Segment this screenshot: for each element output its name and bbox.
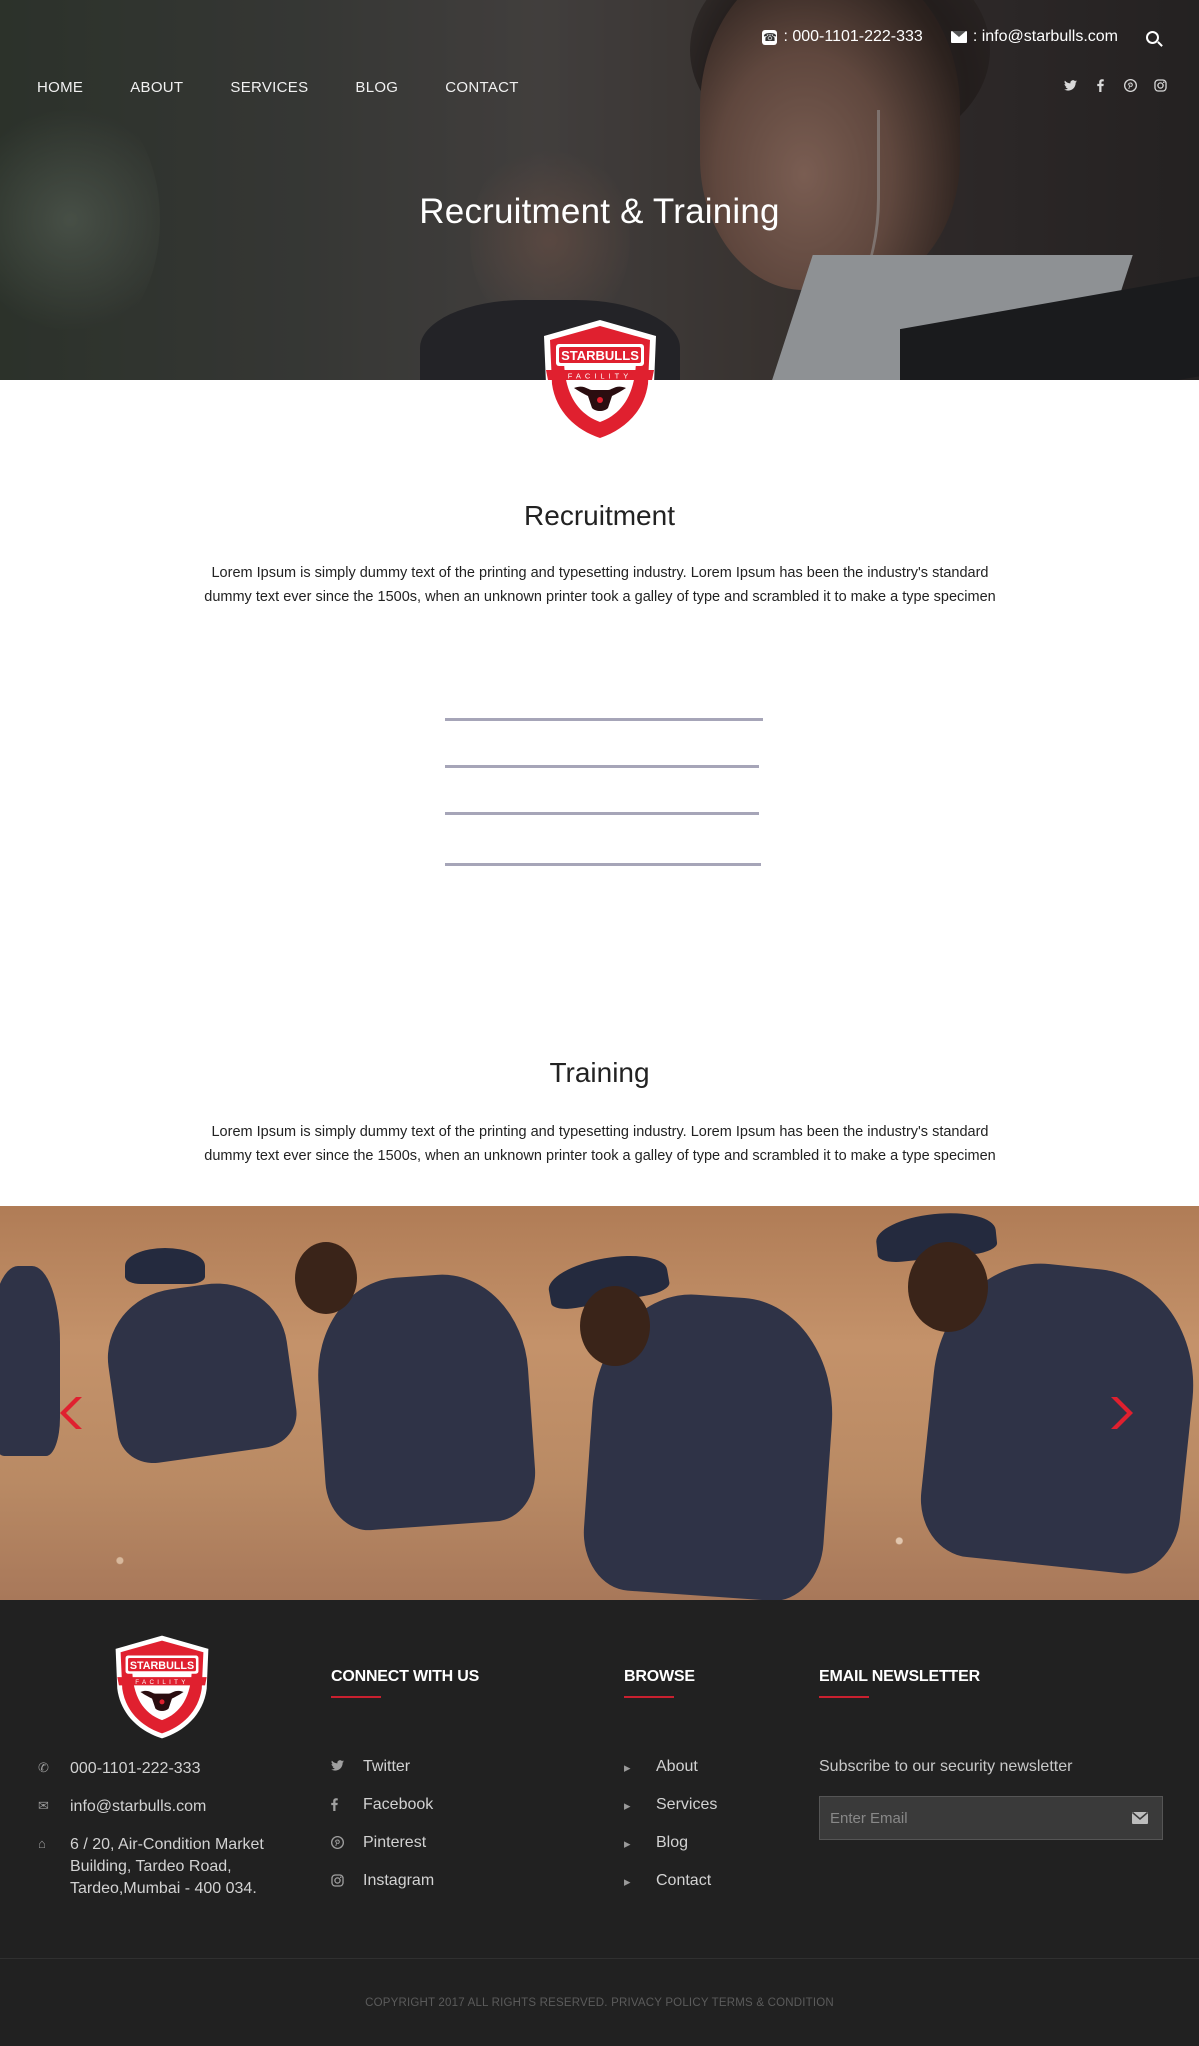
trainee-cap [125, 1248, 205, 1284]
footer-link-instagram-label: Instagram [363, 1872, 435, 1889]
footer-link-contact-label: Contact [656, 1872, 712, 1889]
footer-link-blog[interactable]: ▸ Blog [624, 1834, 717, 1872]
training-title: Training [549, 1057, 650, 1088]
top-email-text: : info@starbulls.com [972, 28, 1118, 45]
footer-connect-list: Twitter Facebook Pinterest Instagram [331, 1758, 434, 1910]
footer-link-pinterest-label: Pinterest [363, 1834, 427, 1851]
divider-line [445, 812, 759, 815]
newsletter-title: EMAIL NEWSLETTER [819, 1668, 980, 1698]
phone-icon: ✆ [38, 1760, 49, 1775]
nav-about[interactable]: ABOUT [130, 79, 183, 96]
footer-address: ⌂ 6 / 20, Air-Condition Market Building,… [38, 1834, 264, 1904]
nav-blog[interactable]: BLOG [355, 79, 398, 96]
browse-title: BROWSE [624, 1668, 695, 1698]
footer-link-about-label: About [656, 1758, 698, 1775]
starbulls-logo[interactable]: STARBULLS FACILITY [540, 318, 660, 446]
caret-right-icon: ▸ [624, 1798, 631, 1813]
footer-link-about[interactable]: ▸ About [624, 1758, 717, 1796]
footer-contact-list: ✆ 000-1101-222-333 ✉ info@starbulls.com … [38, 1758, 264, 1904]
nav-home[interactable]: HOME [37, 79, 83, 96]
footer-address-line2: Building, Tardeo Road, [70, 1858, 232, 1875]
newsletter-email-input[interactable] [820, 1797, 1118, 1839]
top-contact-bar: ☎ : 000-1101-222-333 : info@starbulls.co… [762, 28, 1159, 46]
footer-email[interactable]: ✉ info@starbulls.com [38, 1796, 264, 1834]
training-text-line2: dummy text ever since the 1500s, when an… [204, 1148, 996, 1164]
footer-link-facebook[interactable]: Facebook [331, 1796, 434, 1834]
footer-email-text: info@starbulls.com [70, 1798, 207, 1815]
envelope-icon [950, 31, 967, 43]
facebook-icon [331, 1796, 363, 1811]
footer-address-text: 6 / 20, Air-Condition Market Building, T… [70, 1834, 264, 1900]
trainee-head [580, 1286, 650, 1366]
footer-link-instagram[interactable]: Instagram [331, 1872, 434, 1910]
recruitment-text: Lorem Ipsum is simply dummy text of the … [170, 561, 1030, 609]
footer-phone-text: 000-1101-222-333 [70, 1760, 201, 1777]
caret-right-icon: ▸ [624, 1874, 631, 1889]
training-text-line1: Lorem Ipsum is simply dummy text of the … [211, 1124, 989, 1140]
copyright-text: COPYRIGHT 2017 ALL RIGHTS RESERVED. PRIV… [365, 1997, 834, 2009]
divider-line [445, 765, 759, 768]
phone-icon: ☎ [762, 29, 778, 45]
footer-address-line1: 6 / 20, Air-Condition Market [70, 1836, 264, 1853]
twitter-icon[interactable] [1063, 78, 1077, 92]
footer-logo[interactable]: STARBULLS FACILITY [112, 1634, 212, 1740]
trainee-figure [0, 1266, 60, 1456]
footer-logo-wordmark: STARBULLS [130, 1660, 194, 1672]
search-icon[interactable] [1146, 30, 1159, 44]
footer-link-pinterest[interactable]: Pinterest [331, 1834, 434, 1872]
caret-right-icon: ▸ [624, 1836, 631, 1851]
footer-link-services-label: Services [656, 1796, 718, 1813]
pinterest-icon [331, 1834, 363, 1849]
footer-logo-band-text: FACILITY [135, 1679, 188, 1686]
footer-divider [0, 1958, 1199, 1959]
nav-services[interactable]: SERVICES [230, 79, 308, 96]
footer-link-twitter[interactable]: Twitter [331, 1758, 434, 1796]
home-icon: ⌂ [38, 1836, 46, 1851]
instagram-icon [331, 1872, 363, 1887]
footer-link-blog-label: Blog [656, 1834, 689, 1851]
header-social-links [1063, 78, 1167, 92]
newsletter-form [819, 1796, 1163, 1840]
divider-line [445, 718, 763, 721]
top-phone-text: : 000-1101-222-333 [783, 28, 923, 45]
envelope-icon [1132, 1812, 1148, 1824]
footer-address-line3: Tardeo,Mumbai - 400 034. [70, 1880, 257, 1897]
site-footer: STARBULLS FACILITY ✆ 000-1101-222-333 ✉ … [0, 1600, 1199, 2046]
footer-link-contact[interactable]: ▸ Contact [624, 1872, 717, 1910]
divider-line [445, 863, 761, 866]
caret-right-icon: ▸ [624, 1760, 631, 1775]
pinterest-icon[interactable] [1123, 78, 1137, 92]
footer-link-facebook-label: Facebook [363, 1796, 434, 1813]
page-title: Recruitment & Training [419, 192, 780, 231]
envelope-icon: ✉ [38, 1798, 49, 1813]
logo-band-text: FACILITY [568, 372, 633, 381]
footer-browse-list: ▸ About ▸ Services ▸ Blog ▸ Contact [624, 1758, 717, 1910]
recruitment-divider-lines [445, 718, 765, 910]
trainee-head [295, 1242, 357, 1314]
recruitment-text-line1: Lorem Ipsum is simply dummy text of the … [211, 565, 989, 581]
footer-phone[interactable]: ✆ 000-1101-222-333 [38, 1758, 264, 1796]
slider-prev-arrow[interactable] [58, 1395, 88, 1431]
main-nav: HOME ABOUT SERVICES BLOG CONTACT [37, 79, 566, 96]
nav-contact[interactable]: CONTACT [445, 79, 518, 96]
instagram-icon[interactable] [1153, 78, 1167, 92]
logo-wordmark: STARBULLS [561, 348, 639, 363]
newsletter-description: Subscribe to our security newsletter [819, 1758, 1073, 1775]
training-text: Lorem Ipsum is simply dummy text of the … [170, 1120, 1030, 1168]
twitter-icon [331, 1758, 363, 1771]
trainee-figure [311, 1268, 539, 1534]
recruitment-title: Recruitment [524, 500, 675, 531]
newsletter-submit-button[interactable] [1118, 1797, 1162, 1839]
trainee-head [908, 1242, 988, 1332]
footer-link-twitter-label: Twitter [363, 1758, 411, 1775]
top-email[interactable]: : info@starbulls.com [950, 28, 1118, 46]
facebook-icon[interactable] [1093, 78, 1107, 92]
connect-title: CONNECT WITH US [331, 1668, 480, 1698]
footer-link-services[interactable]: ▸ Services [624, 1796, 717, 1834]
top-phone[interactable]: ☎ : 000-1101-222-333 [762, 28, 923, 46]
training-photo-slider [0, 1206, 1199, 1600]
slider-next-arrow[interactable] [1105, 1395, 1135, 1431]
recruitment-text-line2: dummy text ever since the 1500s, when an… [204, 589, 996, 605]
